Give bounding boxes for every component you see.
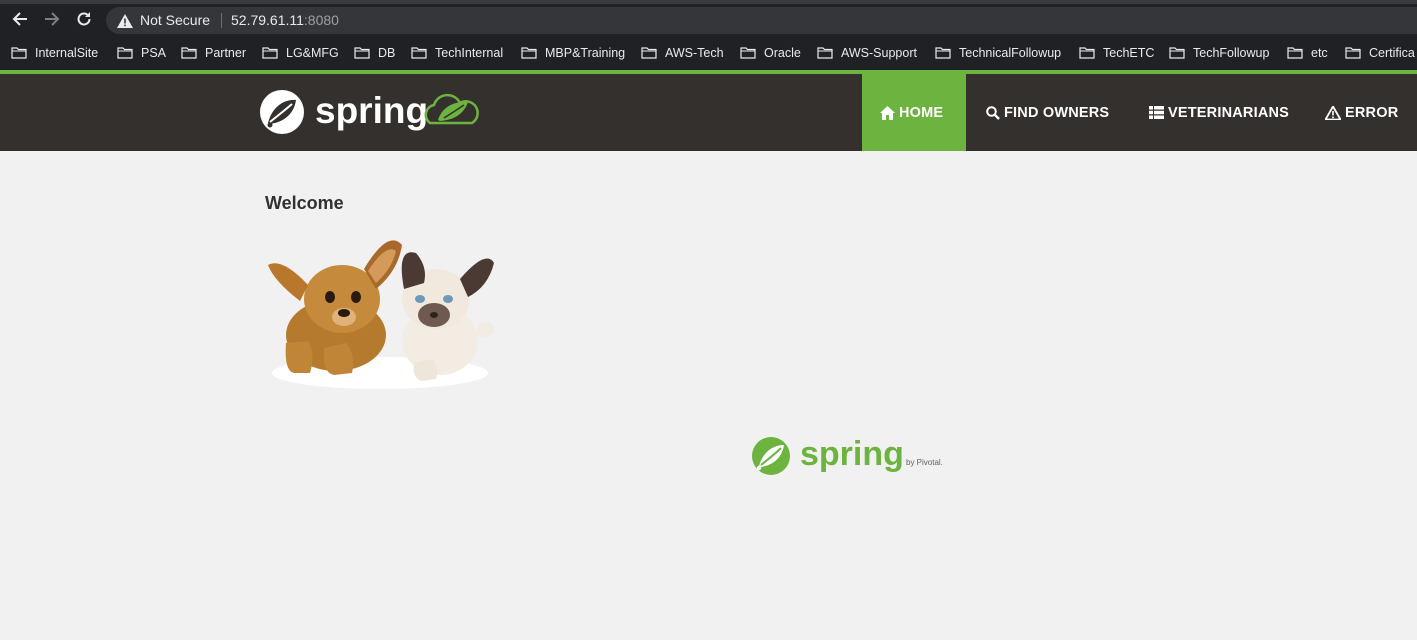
- nav-home-label: HOME: [899, 104, 944, 121]
- folder-icon: [411, 47, 427, 59]
- bookmark-label: MBP&Training: [545, 46, 626, 60]
- bookmarks-bar: InternalSite PSA Partner LG&MFG DB TechI…: [0, 36, 1417, 70]
- warning-triangle-icon[interactable]: [117, 14, 133, 28]
- folder-icon: [1345, 47, 1361, 59]
- bookmark-folder[interactable]: DB: [354, 44, 395, 62]
- bookmark-label: Certifica: [1369, 46, 1415, 60]
- bookmark-label: AWS-Tech: [665, 46, 724, 60]
- folder-icon: [1169, 47, 1185, 59]
- page-title: Welcome: [265, 193, 344, 213]
- folder-icon: [1287, 47, 1303, 59]
- bookmark-folder[interactable]: TechnicalFollowup: [935, 44, 1061, 62]
- reload-icon: [77, 12, 91, 26]
- nav-find-owners-label: FIND OWNERS: [1004, 104, 1110, 121]
- bookmark-folder[interactable]: TechETC: [1079, 44, 1154, 62]
- pets-image: [268, 240, 495, 389]
- folder-icon: [641, 47, 657, 59]
- forward-button[interactable]: [41, 10, 63, 32]
- bookmark-folder[interactable]: etc: [1287, 44, 1328, 62]
- bookmark-label: PSA: [141, 46, 167, 60]
- bookmark-label: AWS-Support: [841, 46, 917, 60]
- bookmark-folder[interactable]: LG&MFG: [262, 44, 339, 62]
- nav-veterinarians[interactable]: VETERINARIANS: [1131, 74, 1307, 151]
- arrow-left-icon: [12, 12, 27, 26]
- reload-button[interactable]: [73, 10, 95, 32]
- bookmark-label: TechnicalFollowup: [959, 46, 1062, 60]
- brand-logo-link[interactable]: spring: [258, 87, 490, 137]
- browser-toolbar: Not Secure 52.79.61.11:8080: [0, 4, 1417, 36]
- footer-by-pivotal: by Pivotal.: [906, 458, 943, 467]
- folder-icon: [11, 47, 27, 59]
- bookmark-label: DB: [378, 46, 396, 60]
- nav-find-owners[interactable]: FIND OWNERS: [968, 74, 1127, 151]
- back-button[interactable]: [9, 10, 31, 32]
- main-content: Welcome spring by Pivotal.: [0, 151, 1417, 640]
- nav-error-label: ERROR: [1345, 104, 1399, 121]
- search-icon: [986, 105, 1000, 120]
- bookmark-folder[interactable]: Oracle: [740, 44, 801, 62]
- folder-icon: [817, 47, 833, 59]
- url-text[interactable]: 52.79.61.11:8080: [231, 12, 339, 28]
- folder-icon: [521, 47, 537, 59]
- nav-home[interactable]: HOME: [862, 74, 966, 151]
- folder-icon: [354, 47, 370, 59]
- bookmark-folder[interactable]: InternalSite: [11, 44, 98, 62]
- bookmark-folder[interactable]: TechInternal: [411, 44, 503, 62]
- url-host: 52.79.61.11: [231, 12, 304, 28]
- security-label[interactable]: Not Secure: [140, 12, 210, 28]
- bookmark-folder[interactable]: AWS-Tech: [641, 44, 724, 62]
- spring-logo-icon: spring: [260, 90, 479, 134]
- bookmark-folder[interactable]: Certifica: [1345, 44, 1415, 62]
- footer-spring-logo: spring by Pivotal.: [750, 433, 952, 479]
- bookmark-label: InternalSite: [35, 46, 99, 60]
- spring-pivotal-logo-icon: spring by Pivotal.: [752, 435, 943, 475]
- bookmark-label: Partner: [205, 46, 246, 60]
- folder-icon: [740, 47, 756, 59]
- bookmark-label: TechInternal: [435, 46, 504, 60]
- arrow-right-icon: [45, 12, 60, 26]
- bookmark-label: etc: [1311, 46, 1328, 60]
- folder-icon: [935, 47, 951, 59]
- folder-icon: [117, 47, 133, 59]
- nav-error[interactable]: ERROR: [1307, 74, 1416, 151]
- app-navbar: spring HOME FIND OWNERS VETERINARIANS ER…: [0, 74, 1417, 151]
- warning-triangle-icon: [1325, 105, 1341, 120]
- folder-icon: [262, 47, 278, 59]
- folder-icon: [1079, 47, 1095, 59]
- list-icon: [1149, 106, 1164, 119]
- bookmark-label: LG&MFG: [286, 46, 339, 60]
- folder-icon: [181, 47, 197, 59]
- bookmark-folder[interactable]: MBP&Training: [521, 44, 625, 62]
- bookmark-folder[interactable]: TechFollowup: [1169, 44, 1269, 62]
- footer-wordmark: spring: [800, 435, 904, 473]
- brand-wordmark: spring: [315, 90, 428, 131]
- bookmark-label: TechFollowup: [1193, 46, 1270, 60]
- omnibox-divider: [221, 13, 222, 28]
- bookmark-label: TechETC: [1103, 46, 1155, 60]
- bookmark-folder[interactable]: Partner: [181, 44, 246, 62]
- url-port: :8080: [303, 12, 339, 28]
- bookmark-folder[interactable]: PSA: [117, 44, 166, 62]
- home-icon: [880, 105, 895, 120]
- nav-veterinarians-label: VETERINARIANS: [1168, 104, 1290, 121]
- bookmark-label: Oracle: [764, 46, 801, 60]
- bookmark-folder[interactable]: AWS-Support: [817, 44, 917, 62]
